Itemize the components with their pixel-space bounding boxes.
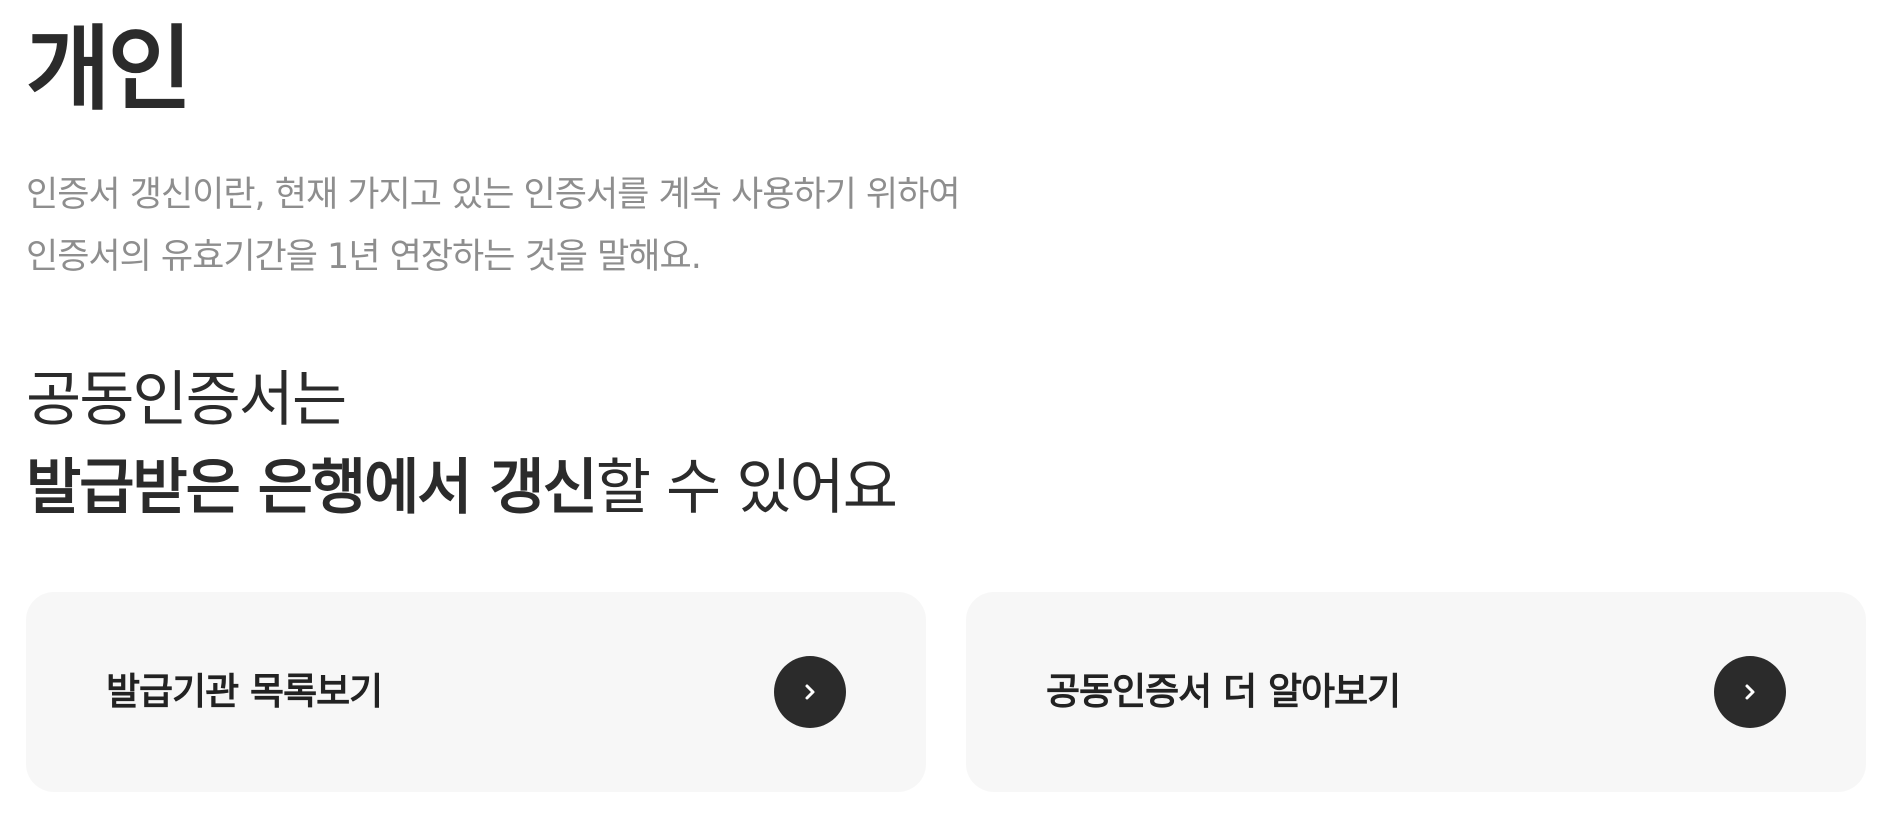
page-title: 개인 [26, 16, 192, 123]
page-content: 개인 인증서 갱신이란, 현재 가지고 있는 인증서를 계속 사용하기 위하여 … [26, 0, 1866, 820]
section-headline: 공동인증서는 발급받은 은행에서 갱신할 수 있어요 [26, 356, 1226, 532]
learn-more-label: 공동인증서 더 알아보기 [1046, 670, 1401, 713]
issuer-list-arrow-button[interactable] [774, 656, 846, 728]
description: 인증서 갱신이란, 현재 가지고 있는 인증서를 계속 사용하기 위하여 인증서… [26, 164, 1126, 288]
description-line-2: 인증서의 유효기간을 1년 연장하는 것을 말해요. [26, 237, 702, 277]
learn-more-card[interactable]: 공동인증서 더 알아보기 [966, 592, 1866, 792]
description-line-1: 인증서 갱신이란, 현재 가지고 있는 인증서를 계속 사용하기 위하여 [26, 175, 961, 215]
headline-line-2: 발급받은 은행에서 갱신할 수 있어요 [26, 444, 1226, 532]
chevron-right-icon [1745, 684, 1755, 700]
headline-rest: 할 수 있어요 [595, 453, 898, 523]
headline-emphasis: 발급받은 은행에서 갱신 [26, 453, 598, 523]
card-links: 발급기관 목록보기 공동인증서 더 알아보기 [26, 592, 1866, 792]
headline-line-1: 공동인증서는 [26, 365, 347, 435]
issuer-list-label: 발급기관 목록보기 [106, 670, 383, 713]
chevron-right-icon [805, 684, 815, 700]
issuer-list-card[interactable]: 발급기관 목록보기 [26, 592, 926, 792]
learn-more-arrow-button[interactable] [1714, 656, 1786, 728]
